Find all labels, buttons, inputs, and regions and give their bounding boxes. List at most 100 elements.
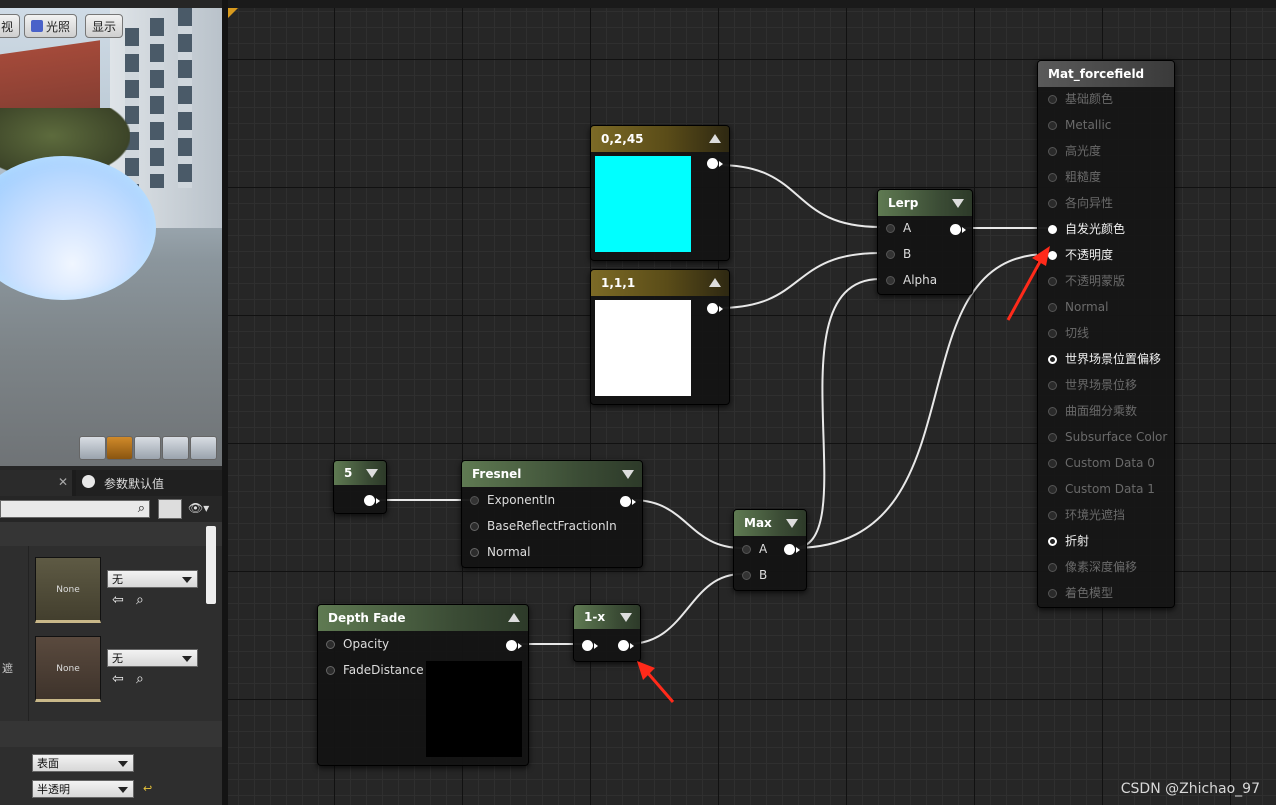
collapse-icon[interactable]	[952, 199, 964, 208]
input-pin-opacity[interactable]: Opacity	[326, 634, 389, 654]
lighting-button[interactable]: 光照	[24, 14, 78, 38]
constant-node-5[interactable]: 5	[333, 460, 387, 514]
material-input-pin[interactable]: 世界场景位移	[1048, 375, 1137, 395]
material-input-pin[interactable]: Subsurface Color	[1048, 427, 1167, 447]
depth-fade-node[interactable]: Depth Fade Opacity FadeDistance	[317, 604, 529, 766]
fresnel-node[interactable]: Fresnel ExponentIn BaseReflectFractionIn…	[461, 460, 643, 568]
material-input-pin[interactable]: 基础颜色	[1048, 89, 1113, 109]
material-input-pin[interactable]: 切线	[1048, 323, 1089, 343]
texture-dropdown[interactable]: 无	[107, 570, 198, 588]
material-input-pin[interactable]: 折射	[1048, 531, 1089, 551]
view-mode-button[interactable]: 视	[0, 14, 21, 38]
reset-to-default-icon[interactable]: ↩	[143, 782, 152, 795]
lerp-node[interactable]: Lerp A B Alpha	[877, 189, 973, 295]
material-input-pin[interactable]: 环境光遮挡	[1048, 505, 1125, 525]
watermark: CSDN @Zhichao_97	[1120, 781, 1260, 797]
eye-icon[interactable]: 👁▾	[188, 501, 209, 515]
node-header[interactable]: 0,2,45	[591, 126, 729, 152]
material-input-pin[interactable]: 像素深度偏移	[1048, 557, 1137, 577]
input-pin-b[interactable]: B	[886, 244, 911, 264]
plane-icon[interactable]	[134, 436, 161, 460]
pin-label: 粗糙度	[1065, 170, 1102, 184]
view-options-button[interactable]	[158, 499, 182, 519]
collapse-icon[interactable]	[709, 134, 721, 143]
input-pin-exponent[interactable]: ExponentIn	[470, 490, 555, 510]
material-input-pin[interactable]: 各向异性	[1048, 193, 1113, 213]
color-swatch	[595, 300, 691, 396]
node-header[interactable]: Lerp	[878, 190, 972, 216]
collapse-icon[interactable]	[709, 278, 721, 287]
material-input-pin[interactable]: 高光度	[1048, 141, 1101, 161]
blend-mode-dropdown[interactable]: 半透明	[32, 780, 134, 798]
material-graph-canvas[interactable]: 0,2,45 1,1,1 Lerp A B Alpha 5 Fresnel Ex…	[228, 8, 1276, 805]
material-preview-viewport[interactable]: 视 光照 显示	[0, 8, 222, 466]
collapse-icon[interactable]	[508, 613, 520, 622]
material-input-pin[interactable]: Custom Data 0	[1048, 453, 1155, 473]
material-input-pin[interactable]: 着色模型	[1048, 583, 1113, 603]
output-pin[interactable]	[618, 640, 634, 651]
input-pin-a[interactable]: A	[886, 218, 911, 238]
material-result-node[interactable]: Mat_forcefield 基础颜色 Metallic 高光度粗糙度各向异性自发光…	[1037, 60, 1175, 608]
texture-thumbnail[interactable]: None	[35, 557, 101, 623]
material-input-pin[interactable]: 自发光颜色	[1048, 219, 1125, 239]
material-input-pin[interactable]: Custom Data 1	[1048, 479, 1155, 499]
texture-dropdown[interactable]: 无	[107, 649, 198, 667]
input-pin-b[interactable]: B	[742, 565, 767, 585]
parameter-defaults-tab[interactable]: 参数默认值	[76, 470, 222, 496]
cube-icon[interactable]	[162, 436, 189, 460]
output-pin[interactable]	[364, 495, 380, 506]
node-header[interactable]: Max	[734, 510, 806, 536]
close-tab-icon[interactable]: ✕	[58, 475, 68, 489]
pin-dot	[1048, 277, 1057, 286]
use-selected-arrow-icon[interactable]: ⇦	[112, 671, 124, 687]
input-pin-normal[interactable]: Normal	[470, 542, 530, 562]
output-pin[interactable]	[707, 303, 723, 314]
output-pin[interactable]	[707, 158, 723, 169]
node-header[interactable]: Mat_forcefield	[1038, 61, 1174, 87]
pin-dot	[1048, 589, 1057, 598]
material-input-pin[interactable]: 世界场景位置偏移	[1048, 349, 1161, 369]
input-pin-base-reflect[interactable]: BaseReflectFractionIn	[470, 516, 617, 536]
input-pin[interactable]	[582, 640, 598, 651]
browse-search-icon[interactable]: ⌕	[136, 671, 144, 687]
collapse-icon[interactable]	[366, 469, 378, 478]
node-header[interactable]: 1,1,1	[591, 270, 729, 296]
show-button[interactable]: 显示	[85, 14, 124, 38]
wire-color-a-to-lerp-a	[717, 164, 881, 228]
constant3-node-white[interactable]: 1,1,1	[590, 269, 730, 405]
input-pin-a[interactable]: A	[742, 539, 767, 559]
material-input-pin[interactable]: Normal	[1048, 297, 1108, 317]
collapse-icon[interactable]	[622, 470, 634, 479]
material-input-pin[interactable]: 粗糙度	[1048, 167, 1101, 187]
material-input-pin[interactable]: 曲面细分乘数	[1048, 401, 1137, 421]
input-pin-alpha[interactable]: Alpha	[886, 270, 937, 290]
sphere-icon[interactable]	[106, 436, 133, 460]
output-pin[interactable]	[620, 496, 636, 507]
output-pin[interactable]	[784, 544, 800, 555]
output-pin[interactable]	[506, 640, 522, 651]
pin-dot	[1048, 199, 1057, 208]
collapse-icon[interactable]	[620, 613, 632, 622]
cylinder-icon[interactable]	[79, 436, 106, 460]
use-selected-arrow-icon[interactable]: ⇦	[112, 592, 124, 608]
material-input-pin[interactable]: 不透明度	[1048, 245, 1113, 265]
material-domain-dropdown[interactable]: 表面	[32, 754, 134, 772]
pin-label: 像素深度偏移	[1065, 560, 1138, 574]
one-minus-node[interactable]: 1-x	[573, 604, 641, 662]
node-header[interactable]: 5	[334, 461, 386, 485]
node-header[interactable]: 1-x	[574, 605, 640, 629]
max-node[interactable]: Max A B	[733, 509, 807, 591]
browse-search-icon[interactable]: ⌕	[136, 592, 144, 608]
constant3-node-cyan[interactable]: 0,2,45	[590, 125, 730, 261]
material-input-pin[interactable]: 不透明蒙版	[1048, 271, 1125, 291]
collapse-icon[interactable]	[786, 519, 798, 528]
node-header[interactable]: Depth Fade	[318, 605, 528, 631]
teapot-icon[interactable]	[190, 436, 217, 460]
input-pin-fade-distance[interactable]: FadeDistance	[326, 660, 424, 680]
search-input[interactable]: ⌕	[0, 500, 150, 518]
node-header[interactable]: Fresnel	[462, 461, 642, 487]
scrollbar[interactable]	[206, 526, 216, 604]
material-input-pin[interactable]: Metallic	[1048, 115, 1111, 135]
output-pin[interactable]	[950, 224, 966, 235]
texture-thumbnail[interactable]: None	[35, 636, 101, 702]
